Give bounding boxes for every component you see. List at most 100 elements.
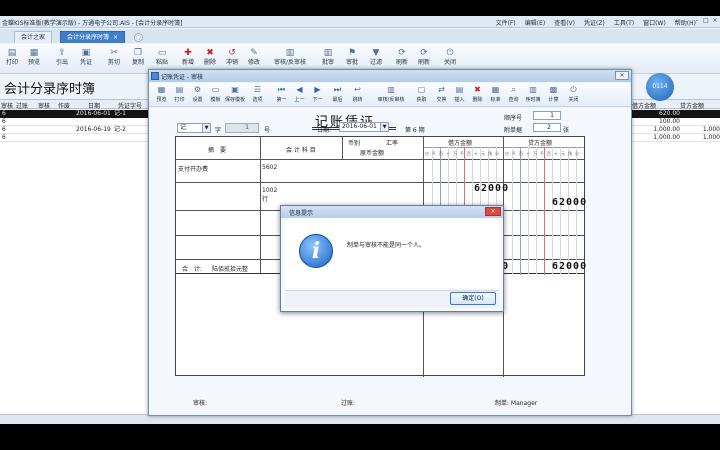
toolbar-printer-button[interactable]: ▤ 打印 bbox=[2, 47, 22, 71]
row1-account[interactable]: 5602 bbox=[262, 164, 277, 171]
voucher-number-field[interactable]: 1 bbox=[225, 123, 259, 133]
toolbar-button-label: 下一 bbox=[312, 97, 323, 103]
voucher-toolbar-first-button[interactable]: ⏮ 第一 bbox=[273, 84, 290, 106]
chevron-down-icon[interactable]: ▼ bbox=[380, 123, 388, 131]
toolbar-button-label: 交换 bbox=[436, 97, 447, 103]
toolbar-refresh-button[interactable]: ⟳ 刷新 bbox=[392, 47, 412, 71]
toolbar-audit-button[interactable]: ▥ 审核/反审核 bbox=[270, 47, 310, 71]
voucher-toolbar-fetch-button[interactable]: ▢ 获取 bbox=[413, 84, 430, 106]
toolbar-copy-button[interactable]: ❐ 复制 bbox=[128, 47, 148, 71]
digit-unit-label: 分 bbox=[495, 151, 499, 156]
voucher-toolbar-close-button[interactable]: ⏻ 关闭 bbox=[565, 84, 582, 106]
voucher-word-select[interactable]: 记 ▼ bbox=[177, 123, 211, 133]
col-posted[interactable]: 过账 bbox=[16, 101, 28, 110]
ok-button[interactable]: 确定(O) bbox=[450, 292, 496, 305]
info-dialog-title-bar: 信息提示 × bbox=[281, 206, 503, 218]
col-debit[interactable]: 借方金额 bbox=[632, 101, 656, 110]
preview-icon: ▦ bbox=[157, 85, 166, 94]
row2-credit-amount[interactable]: 62000 bbox=[552, 197, 587, 208]
toolbar-refresh2-button[interactable]: ⟳ 刷新 bbox=[414, 47, 434, 71]
cell-voucher: 记-2 bbox=[114, 126, 126, 133]
col-date[interactable]: 日期 bbox=[88, 101, 100, 110]
menu-edit[interactable]: 编辑(E) bbox=[525, 18, 545, 27]
voucher-toolbar-options-button[interactable]: ☰ 选项 bbox=[249, 84, 266, 106]
jump-icon: ↩ bbox=[354, 85, 361, 94]
window-close-button[interactable]: × bbox=[712, 17, 718, 25]
menu-file[interactable]: 文件(F) bbox=[496, 18, 516, 27]
toolbar-voucher-button[interactable]: ▣ 凭证 bbox=[76, 47, 96, 71]
col-credit[interactable]: 贷方金额 bbox=[680, 101, 704, 110]
journal-icon: ▥ bbox=[529, 85, 537, 94]
voucher-close-button[interactable]: × bbox=[615, 71, 629, 80]
digit-unit-label: 百 bbox=[467, 151, 471, 156]
toolbar-approve-button[interactable]: ⚑ 审批 bbox=[342, 47, 362, 71]
voucher-toolbar-swap-button[interactable]: ⇄ 交换 bbox=[433, 84, 450, 106]
toolbar-button-label: 关闭 bbox=[568, 97, 579, 103]
attach-stepper[interactable]: 2 bbox=[533, 123, 561, 132]
minimize-button[interactable]: – bbox=[694, 17, 700, 25]
grid-line bbox=[176, 159, 584, 160]
voucher-toolbar-preview-button[interactable]: ▦ 预览 bbox=[153, 84, 170, 106]
menu-view[interactable]: 查看(V) bbox=[554, 18, 575, 27]
row1-summary[interactable]: 支付开办费 bbox=[178, 164, 208, 173]
menu-voucher[interactable]: 凭证(Z) bbox=[584, 18, 605, 27]
col-void[interactable]: 作废 bbox=[58, 101, 70, 110]
toolbar-button-label: 选项 bbox=[252, 97, 263, 103]
toolbar-delete-button[interactable]: ✖ 删除 bbox=[200, 47, 220, 71]
voucher-toolbar-calc-button[interactable]: ▩ 计算 bbox=[545, 84, 562, 106]
toolbar-paste-button[interactable]: ▭ 粘贴 bbox=[152, 47, 172, 71]
menu-tools[interactable]: 工具(T) bbox=[614, 18, 634, 27]
info-dialog-close-button[interactable]: × bbox=[485, 207, 501, 216]
toolbar-close-button[interactable]: ⏻ 关闭 bbox=[440, 47, 460, 71]
voucher-toolbar-next-button[interactable]: ▶ 下一 bbox=[309, 84, 326, 106]
toolbar-edit-button[interactable]: ✎ 修改 bbox=[244, 47, 264, 71]
voucher-toolbar-journal-button[interactable]: ▥ 序时簿 bbox=[523, 84, 543, 106]
toolbar-reverse-button[interactable]: ↺ 冲销 bbox=[222, 47, 242, 71]
toolbar-button-label: 保存模板 bbox=[224, 97, 245, 103]
col-audit2[interactable]: 审核 bbox=[38, 101, 50, 110]
voucher-toolbar-jump-button[interactable]: ↩ 跳转 bbox=[349, 84, 366, 106]
col-voucher-no[interactable]: 凭证字号 bbox=[118, 101, 142, 110]
date-picker[interactable]: 2016-06-01 ▼ bbox=[339, 122, 389, 132]
row2-account[interactable]: 1002 bbox=[262, 187, 277, 194]
voucher-toolbar-insert-button[interactable]: ▤ 插入 bbox=[451, 84, 468, 106]
digit-unit-label: 百 bbox=[439, 151, 443, 156]
menu-help[interactable]: 帮助(H) bbox=[675, 18, 696, 27]
menu-window[interactable]: 窗口(W) bbox=[643, 18, 666, 27]
col-audit[interactable]: 审核 bbox=[1, 101, 13, 110]
voucher-toolbar-template-button[interactable]: ▭ 模板 bbox=[207, 84, 224, 106]
digit-unit-label: 十 bbox=[554, 151, 558, 156]
toolbar-batch-audit-button[interactable]: ▥ 批审 bbox=[318, 47, 338, 71]
toolbar-button-label: 粘贴 bbox=[155, 59, 168, 66]
tab-close-icon[interactable]: × bbox=[113, 34, 118, 41]
add-tab-icon[interactable]: ○ bbox=[134, 33, 143, 42]
voucher-toolbar-last-button[interactable]: ⏭ 最后 bbox=[329, 84, 346, 106]
voucher-toolbar-settings-button[interactable]: ⚙ 设置 bbox=[189, 84, 206, 106]
tab-accounting-home[interactable]: 会计之家 bbox=[14, 31, 53, 43]
header-orig-amount: 原币金额 bbox=[360, 150, 385, 157]
voucher-toolbar-query-button[interactable]: ⌕ 查询 bbox=[505, 84, 522, 106]
toolbar-export-button[interactable]: ⇪ 引出 bbox=[52, 47, 72, 71]
date-label: 日期: bbox=[317, 127, 332, 134]
toolbar-filter-button[interactable]: ▼ 过滤 bbox=[366, 47, 386, 71]
toolbar-add-button[interactable]: ✚ 新增 bbox=[178, 47, 198, 71]
voucher-toolbar-printer-button[interactable]: ▤ 打印 bbox=[171, 84, 188, 106]
first-icon: ⏮ bbox=[277, 85, 286, 94]
toolbar-preview-button[interactable]: ▦ 预览 bbox=[24, 47, 44, 71]
title-bar: 金蝶KIS标准版(教学演示版) - 万通电子公司.AIS - [会计分录序时簿]… bbox=[0, 16, 720, 28]
maximize-button[interactable]: □ bbox=[703, 17, 709, 25]
voucher-toolbar-audit-button[interactable]: ▥ 审核/反审核 bbox=[371, 84, 411, 106]
screen: 金蝶KIS标准版(教学演示版) - 万通电子公司.AIS - [会计分录序时簿]… bbox=[0, 0, 720, 450]
grid-line bbox=[176, 182, 584, 183]
voucher-toolbar-delete-button[interactable]: ✖ 删除 bbox=[469, 84, 486, 106]
floating-assistant-button[interactable]: 0114 bbox=[646, 73, 674, 101]
voucher-toolbar-standard-button[interactable]: ▦ 标准 bbox=[487, 84, 504, 106]
next-icon: ▶ bbox=[314, 85, 321, 94]
chevron-down-icon[interactable]: ▼ bbox=[202, 124, 210, 132]
seq-input[interactable]: 1 bbox=[533, 111, 561, 120]
toolbar-cut-button[interactable]: ✂ 剪切 bbox=[104, 47, 124, 71]
voucher-toolbar-prev-button[interactable]: ◀ 上一 bbox=[291, 84, 308, 106]
tab-journal[interactable]: 会计分录序时簿 × bbox=[60, 31, 126, 43]
row1-debit-amount[interactable]: 62000 bbox=[474, 183, 509, 194]
voucher-toolbar-save-template-button[interactable]: ▣ 保存模板 bbox=[223, 84, 247, 106]
